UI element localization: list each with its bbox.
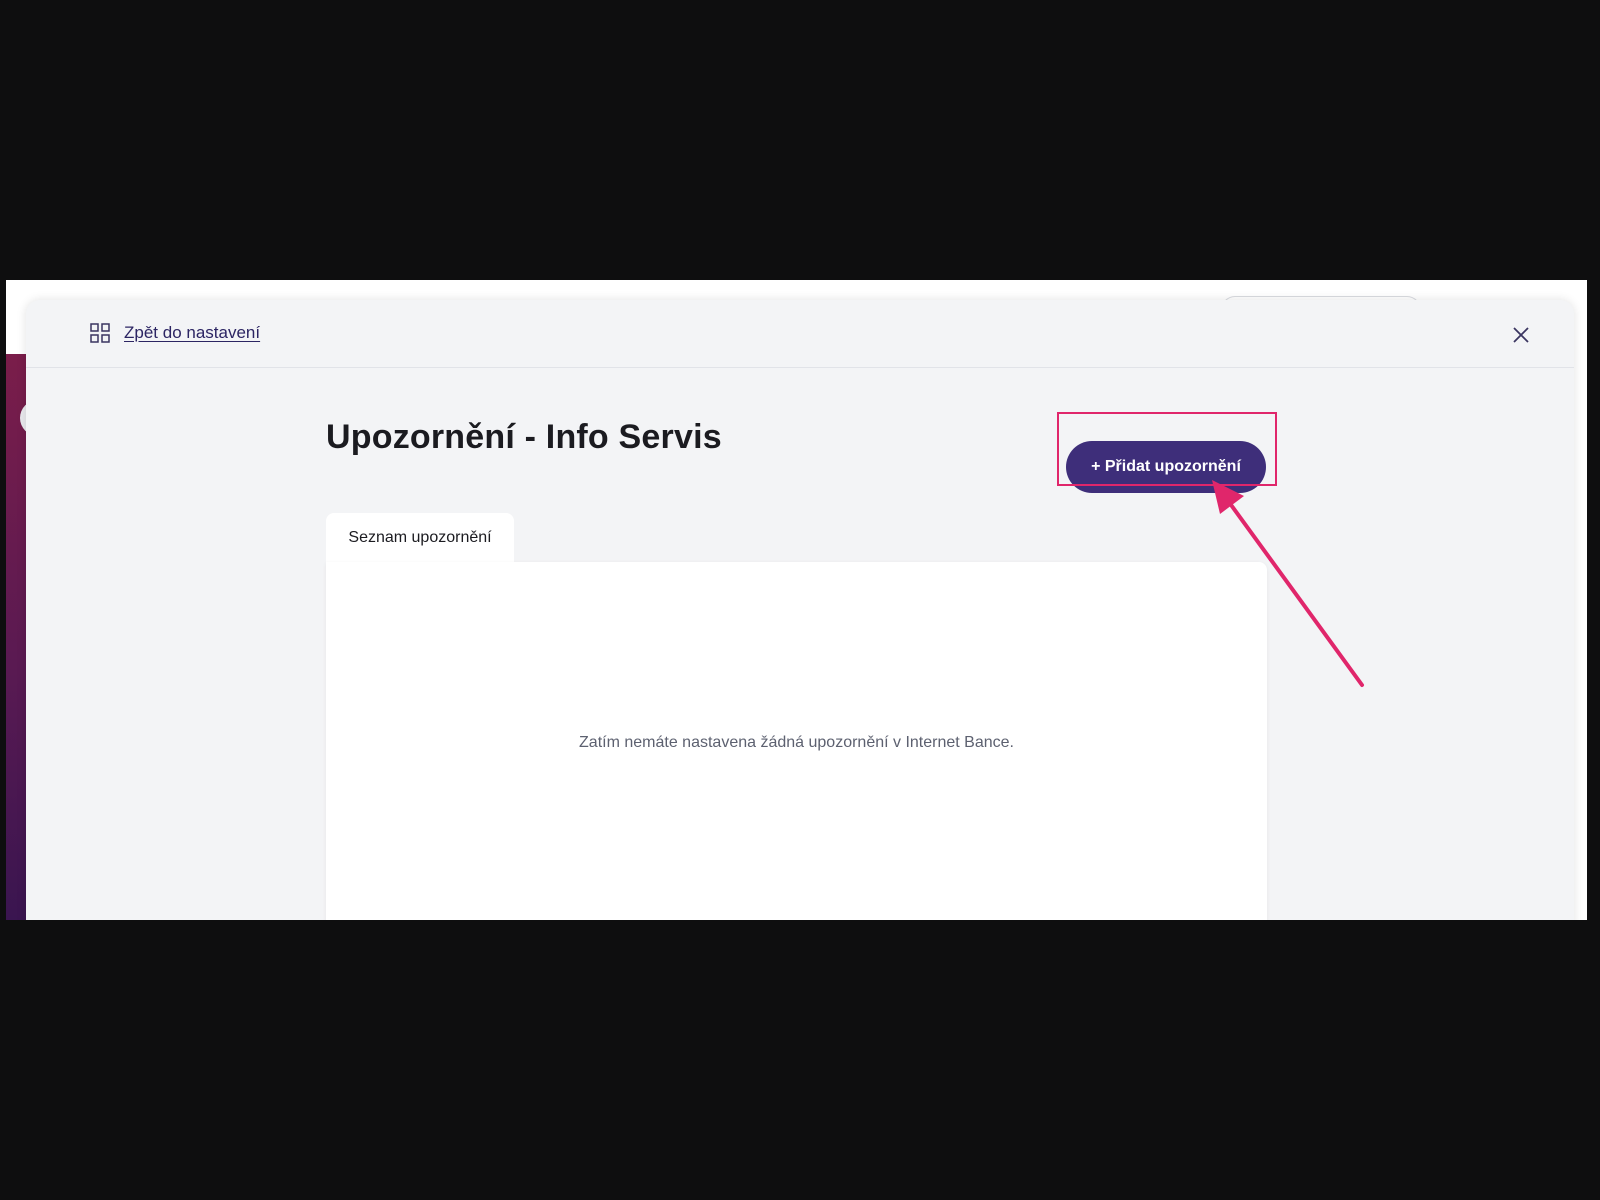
empty-state-message: Zatím nemáte nastavena žádná upozornění … [579,734,1014,751]
grid-icon [90,323,110,343]
modal-header: Zpět do nastavení [26,300,1574,368]
app-screenshot: Zpět do nastavení Upozornění - Info Serv… [6,280,1587,920]
close-icon[interactable] [1510,324,1532,346]
alert-list-panel: Zatím nemáte nastavena žádná upozornění … [326,562,1267,920]
page-title: Upozornění - Info Servis [326,418,722,456]
back-link-label: Zpět do nastavení [124,323,261,342]
back-to-settings-link[interactable]: Zpět do nastavení [90,323,260,343]
settings-modal: Zpět do nastavení Upozornění - Info Serv… [26,300,1574,920]
tab-alert-list[interactable]: Seznam upozornění [326,513,514,563]
add-alert-button[interactable]: + Přidat upozornění [1066,441,1266,493]
